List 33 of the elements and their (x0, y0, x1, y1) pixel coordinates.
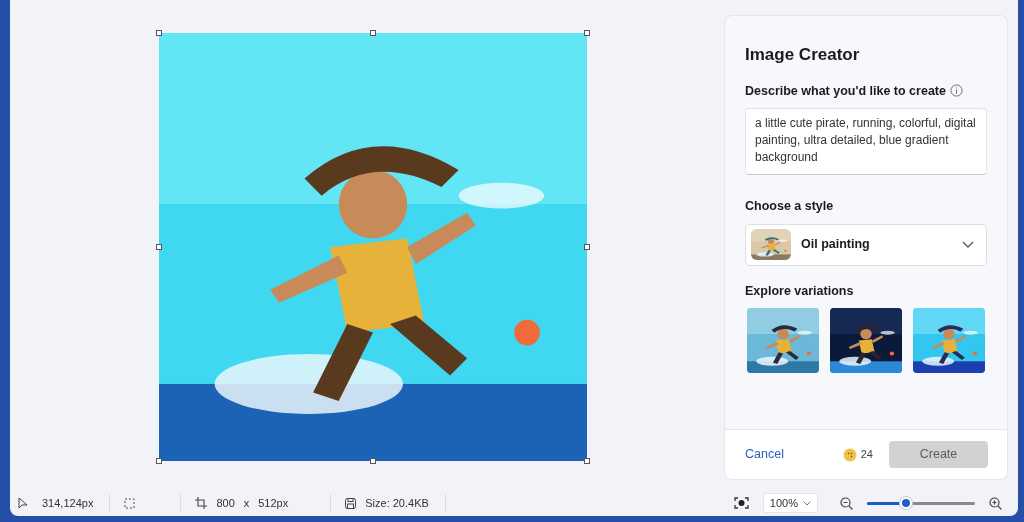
coin-icon (842, 447, 857, 462)
style-label: Choose a style (745, 197, 835, 215)
resize-handle[interactable] (584, 30, 590, 36)
times-sign: x (243, 495, 250, 511)
zoom-in-icon[interactable] (989, 496, 1002, 510)
info-icon[interactable] (949, 84, 963, 98)
chevron-down-icon (962, 241, 974, 248)
panel-title: Image Creator (745, 44, 861, 66)
zoom-out-icon[interactable] (840, 496, 853, 510)
file-size: Size: 20.4KB (365, 495, 429, 511)
save-icon (345, 497, 357, 509)
resize-handle[interactable] (584, 458, 590, 464)
resize-handle[interactable] (584, 244, 590, 250)
fit-to-window-icon[interactable] (733, 497, 749, 509)
image-width: 800 (216, 495, 235, 511)
crop-icon[interactable] (195, 497, 208, 509)
zoom-dropdown[interactable]: 100% (762, 492, 818, 514)
resize-handle[interactable] (156, 458, 162, 464)
chevron-down-icon (803, 500, 811, 506)
cancel-link[interactable]: Cancel (745, 445, 784, 464)
image-height: 512px (258, 495, 289, 511)
cursor-position: 314,124px (42, 495, 94, 511)
variations-label: Explore variations (745, 282, 855, 300)
resize-handle[interactable] (156, 30, 162, 36)
resize-handle[interactable] (370, 458, 376, 464)
resize-handle[interactable] (156, 244, 162, 250)
slider-thumb[interactable] (899, 496, 912, 509)
style-dropdown[interactable]: Oil painting (745, 223, 987, 266)
prompt-label: Describe what you'd like to create (745, 82, 946, 100)
credit-count: 24 (860, 447, 873, 463)
resize-handle[interactable] (370, 30, 376, 36)
prompt-field[interactable]: a little cute pirate, running, colorful, digital painting, ultra detailed, blue gradient background (745, 108, 987, 176)
pointer-icon (18, 497, 28, 509)
